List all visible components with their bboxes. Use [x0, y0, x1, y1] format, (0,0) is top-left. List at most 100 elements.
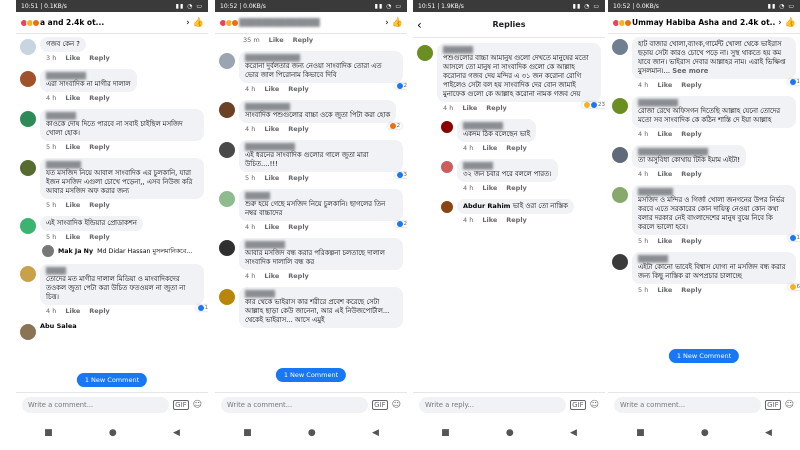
gif-icon[interactable]: GIF [173, 399, 189, 410]
comment-input[interactable] [221, 396, 369, 413]
like-icon[interactable]: 👍 [392, 18, 403, 28]
like-button[interactable]: Like [657, 170, 672, 178]
reaction-icons[interactable] [20, 18, 40, 27]
like-button[interactable]: Like [657, 81, 672, 89]
comment-input[interactable] [22, 396, 170, 413]
new-comment-button[interactable]: 1 New Comment [275, 368, 347, 382]
comment-author[interactable]: ███████ [46, 161, 198, 169]
comment-author[interactable]: ██████████████ [638, 148, 740, 156]
reaction-badge[interactable]: 2 [394, 83, 407, 89]
reply-button[interactable]: Reply [486, 104, 507, 112]
back-arrow-icon[interactable]: ‹ [417, 18, 431, 32]
comment-list[interactable]: হাট বাজার খোলা,ব্যাংক,গার্মেন্ট খোলা থেক… [608, 34, 800, 392]
reply-button[interactable]: Reply [506, 184, 527, 192]
emoji-icon[interactable]: ☺ [392, 400, 401, 410]
avatar[interactable] [20, 71, 36, 87]
like-button[interactable]: Like [65, 201, 80, 209]
comment-author[interactable]: ██████ [638, 255, 790, 263]
comment-author[interactable]: ██████ [245, 290, 397, 298]
comment-author[interactable]: Abu Salea [40, 322, 204, 330]
back-icon[interactable]: ◀ [173, 428, 180, 438]
avatar[interactable] [219, 142, 235, 158]
chevron-right-icon[interactable]: › [186, 18, 190, 28]
new-comment-button[interactable]: 1 New Comment [668, 349, 740, 363]
reply-button[interactable]: Reply [293, 36, 314, 44]
reply-button[interactable]: Reply [288, 125, 309, 133]
reaction-icons[interactable] [219, 18, 239, 27]
comment-author[interactable]: ████ [46, 267, 198, 275]
new-comment-button[interactable]: 1 New Comment [76, 373, 148, 387]
avatar[interactable] [219, 102, 235, 118]
gif-icon[interactable]: GIF [372, 399, 388, 410]
home-icon[interactable]: ● [308, 428, 316, 438]
like-button[interactable]: Like [65, 143, 80, 151]
gif-icon[interactable]: GIF [570, 399, 586, 410]
avatar[interactable] [612, 187, 628, 203]
avatar[interactable] [441, 161, 453, 173]
reply-button[interactable]: Reply [288, 223, 309, 231]
reaction-badge[interactable]: 1 [195, 305, 208, 311]
avatar[interactable] [417, 45, 433, 61]
avatar[interactable] [219, 53, 235, 69]
comment-author[interactable]: ████████ [245, 241, 397, 249]
comment-author[interactable]: ██████ [443, 46, 595, 54]
comment-author[interactable]: ████████ [638, 99, 790, 107]
comment-author[interactable]: ██████████ [245, 143, 397, 151]
like-button[interactable]: Like [462, 104, 477, 112]
reactors-title[interactable]: a and 2.4k ot... [40, 18, 183, 27]
home-icon[interactable]: ● [506, 428, 514, 438]
reaction-icons[interactable] [612, 18, 632, 27]
comment-author[interactable]: █████████ [245, 103, 390, 111]
avatar[interactable] [612, 254, 628, 270]
like-button[interactable]: Like [657, 237, 672, 245]
avatar[interactable] [20, 324, 36, 340]
home-icon[interactable]: ● [109, 428, 117, 438]
recent-apps-icon[interactable]: ■ [636, 428, 645, 438]
avatar[interactable] [219, 289, 235, 305]
recent-apps-icon[interactable]: ■ [44, 428, 53, 438]
reaction-badge[interactable]: 2 [387, 123, 403, 129]
reaction-badge[interactable]: 6 [787, 284, 800, 290]
reply-button[interactable]: Reply [288, 85, 309, 93]
avatar[interactable] [20, 266, 36, 282]
avatar[interactable] [20, 39, 36, 55]
comment-list[interactable]: 35 m Like Reply ███████████ করোনা দুর্বল… [215, 34, 407, 392]
chevron-right-icon[interactable]: › [778, 18, 782, 28]
comment-author[interactable]: ████████ [463, 122, 530, 130]
back-icon[interactable]: ◀ [765, 428, 772, 438]
comment-author[interactable]: █████ [245, 192, 397, 200]
like-button[interactable]: Like [264, 174, 279, 182]
like-button[interactable]: Like [264, 85, 279, 93]
reply-button[interactable]: Reply [288, 272, 309, 280]
like-button[interactable]: Like [482, 184, 497, 192]
reply-button[interactable]: Reply [89, 54, 110, 62]
reply-button[interactable]: Reply [89, 307, 110, 315]
like-button[interactable]: Like [65, 233, 80, 241]
reply-button[interactable]: Reply [89, 233, 110, 241]
reaction-badge[interactable]: 23 [582, 102, 605, 108]
reply-button[interactable]: Reply [89, 94, 110, 102]
back-icon[interactable]: ◀ [372, 428, 379, 438]
emoji-icon[interactable]: ☺ [785, 400, 794, 410]
reply-button[interactable]: Reply [288, 174, 309, 182]
avatar[interactable] [612, 147, 628, 163]
see-more-link[interactable]: See more [672, 67, 708, 75]
comment-author[interactable]: Abdur Rahim [463, 202, 510, 210]
reply-button[interactable]: Reply [681, 237, 702, 245]
reply-button[interactable]: Reply [89, 201, 110, 209]
reply-button[interactable]: Reply [681, 170, 702, 178]
reply-list[interactable]: ██████ পশুগুলোর বাচ্চা আমানুষ গুলো দেখতে… [413, 40, 605, 392]
like-button[interactable]: Like [264, 272, 279, 280]
avatar[interactable] [219, 191, 235, 207]
reply-preview[interactable]: Mak Ja Ny Md Didar Hassan মুসলমানিকবে... [40, 245, 204, 261]
comment-author[interactable]: ████████ [46, 72, 131, 80]
recent-apps-icon[interactable]: ■ [441, 428, 450, 438]
home-icon[interactable]: ● [701, 428, 709, 438]
reply-button[interactable]: Reply [681, 286, 702, 294]
like-button[interactable]: Like [657, 130, 672, 138]
like-icon[interactable]: 👍 [193, 18, 204, 28]
comment-author[interactable]: ██████ [46, 112, 198, 120]
comment-list[interactable]: গজব কেন ? 3 h Like Reply ████████ এরা সা… [16, 34, 208, 392]
avatar[interactable] [20, 111, 36, 127]
comment-author[interactable]: ███████ [638, 188, 790, 196]
